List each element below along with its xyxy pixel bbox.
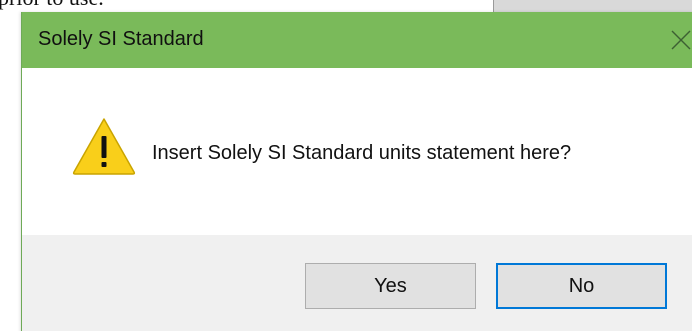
close-button[interactable] bbox=[666, 22, 692, 56]
dialog-titlebar[interactable]: Solely SI Standard bbox=[22, 12, 692, 68]
message-dialog: Solely SI Standard Insert Solely SI Stan… bbox=[21, 12, 692, 331]
no-button-label: No bbox=[568, 274, 595, 297]
dialog-button-bar: Yes No bbox=[22, 235, 692, 331]
warning-icon bbox=[72, 118, 136, 175]
dialog-message: Insert Solely SI Standard units statemen… bbox=[152, 142, 572, 164]
yes-button[interactable]: Yes bbox=[305, 263, 476, 309]
background-document-text: prior to use. bbox=[0, 0, 104, 9]
background-panel bbox=[493, 0, 692, 12]
dialog-title: Solely SI Standard bbox=[38, 28, 204, 50]
no-button[interactable]: No bbox=[496, 263, 667, 309]
close-icon bbox=[671, 30, 691, 50]
dialog-content: Insert Solely SI Standard units statemen… bbox=[22, 68, 692, 235]
screen: prior to use. Solely SI Standard Insert … bbox=[0, 0, 692, 331]
yes-button-label: Yes bbox=[374, 274, 407, 297]
background-margin bbox=[0, 12, 22, 331]
